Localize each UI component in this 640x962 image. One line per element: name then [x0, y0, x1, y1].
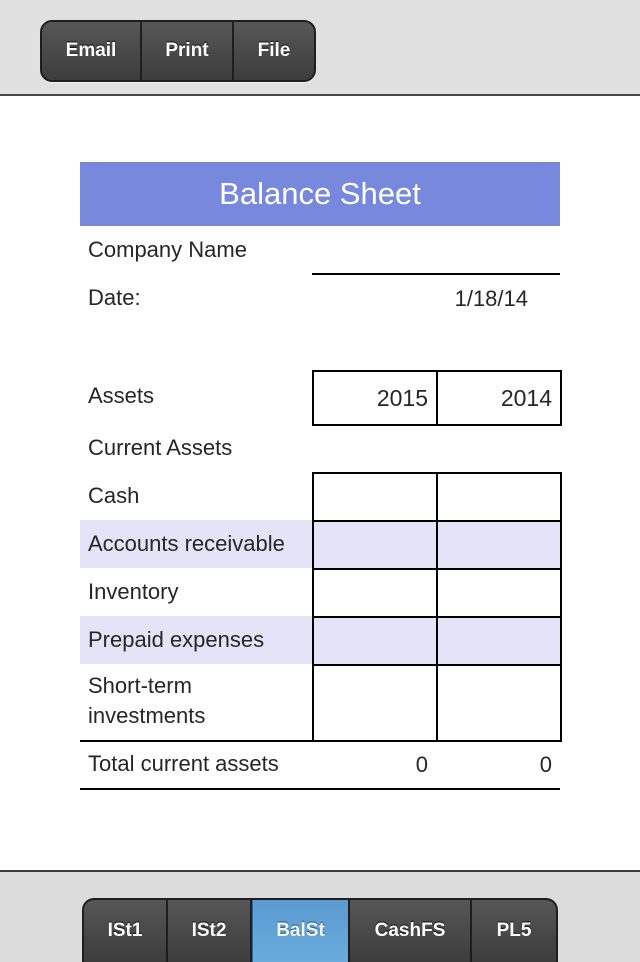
top-toolbar: Email Print File — [0, 0, 640, 96]
tab-ist2[interactable]: ISt2 — [168, 900, 252, 962]
tab-balst[interactable]: BalSt — [252, 900, 350, 962]
file-button[interactable]: File — [234, 22, 314, 80]
row-label: Accounts receivable — [88, 531, 285, 556]
print-button[interactable]: Print — [142, 22, 234, 80]
tab-pl5[interactable]: PL5 — [472, 900, 556, 962]
date-label: Date: — [88, 285, 141, 310]
total-top-rule — [80, 740, 560, 742]
tab-ist1[interactable]: ISt1 — [84, 900, 168, 962]
prepaid-expenses-2015-input[interactable] — [312, 616, 438, 666]
inventory-2015-input[interactable] — [312, 568, 438, 618]
row-label: Prepaid expenses — [88, 627, 265, 652]
company-name-label: Company Name — [88, 237, 247, 262]
short-term-investments-2015-input[interactable] — [312, 664, 438, 742]
company-name-underline — [312, 273, 560, 275]
sheet-title: Balance Sheet — [80, 162, 560, 226]
total-2015-value: 0 — [415, 752, 428, 777]
cash-2015-input[interactable] — [312, 472, 438, 522]
company-name-field[interactable] — [312, 238, 560, 272]
action-segmented-control: Email Print File — [40, 20, 316, 82]
year-header-2014: 2014 — [436, 370, 562, 426]
row-label: Inventory — [88, 579, 179, 604]
inventory-2014-input[interactable] — [436, 568, 562, 618]
prepaid-expenses-2014-input[interactable] — [436, 616, 562, 666]
tab-cashfs[interactable]: CashFS — [350, 900, 472, 962]
accounts-receivable-2014-input[interactable] — [436, 520, 562, 570]
email-button[interactable]: Email — [42, 22, 142, 80]
total-2014-value: 0 — [539, 752, 552, 777]
total-current-assets-label: Total current assets — [88, 751, 279, 776]
accounts-receivable-2015-input[interactable] — [312, 520, 438, 570]
row-label: Short-term investments — [88, 673, 206, 728]
assets-label: Assets — [88, 383, 155, 408]
row-label: Cash — [88, 483, 140, 508]
year-header-2015: 2015 — [312, 370, 438, 426]
short-term-investments-2014-input[interactable] — [436, 664, 562, 742]
cash-2014-input[interactable] — [436, 472, 562, 522]
total-bottom-rule — [80, 788, 560, 790]
date-value[interactable]: 1/18/14 — [312, 286, 528, 312]
sheet-tabs: ISt1 ISt2 BalSt CashFS PL5 — [82, 898, 558, 962]
current-assets-label: Current Assets — [88, 435, 233, 460]
